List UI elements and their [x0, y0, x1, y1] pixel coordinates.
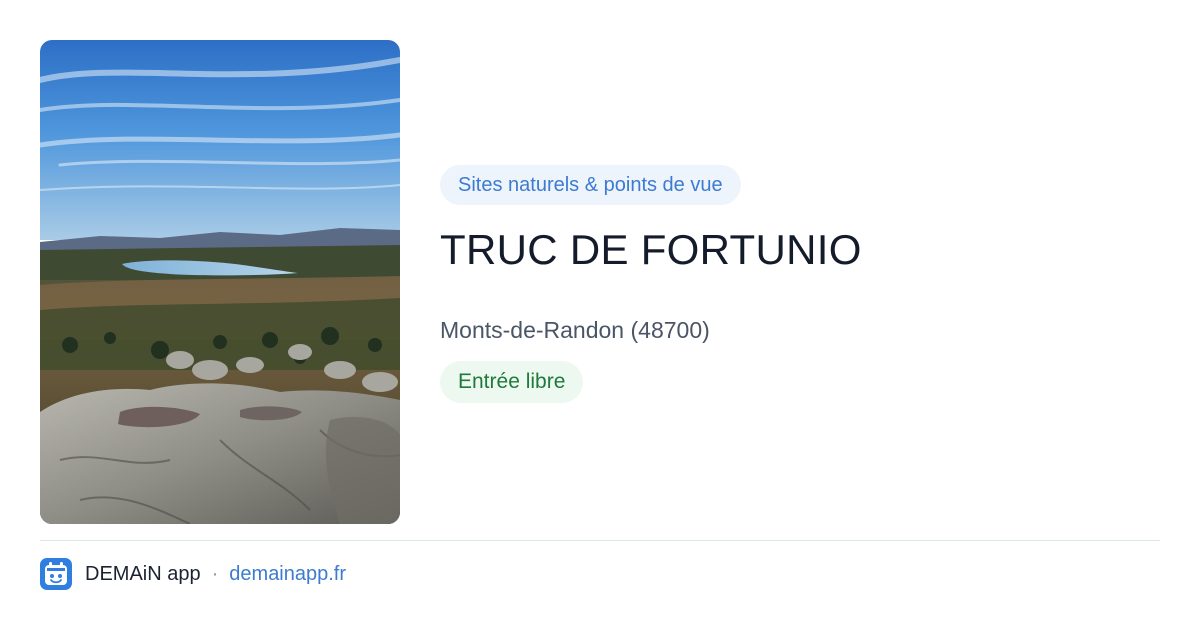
footer-separator: · [211, 562, 219, 585]
place-info: Sites naturels & points de vue TRUC DE F… [440, 165, 1160, 403]
footer-divider [40, 540, 1160, 541]
entry-badge: Entrée libre [440, 361, 584, 403]
landscape-photo-image [40, 40, 400, 524]
place-title[interactable]: TRUC DE FORTUNIO [440, 225, 1160, 275]
link-preview-card[interactable]: Sites naturels & points de vue TRUC DE F… [0, 0, 1200, 630]
footer: DEMAiN app · demainapp.fr [40, 558, 346, 590]
demain-app-logo-icon[interactable] [40, 558, 72, 590]
category-badge[interactable]: Sites naturels & points de vue [440, 165, 741, 205]
place-location: Monts-de-Randon (48700) [440, 317, 710, 343]
brand-name: DEMAiN app [85, 562, 201, 585]
domain-link[interactable]: demainapp.fr [229, 563, 346, 586]
place-photo[interactable] [40, 40, 400, 524]
